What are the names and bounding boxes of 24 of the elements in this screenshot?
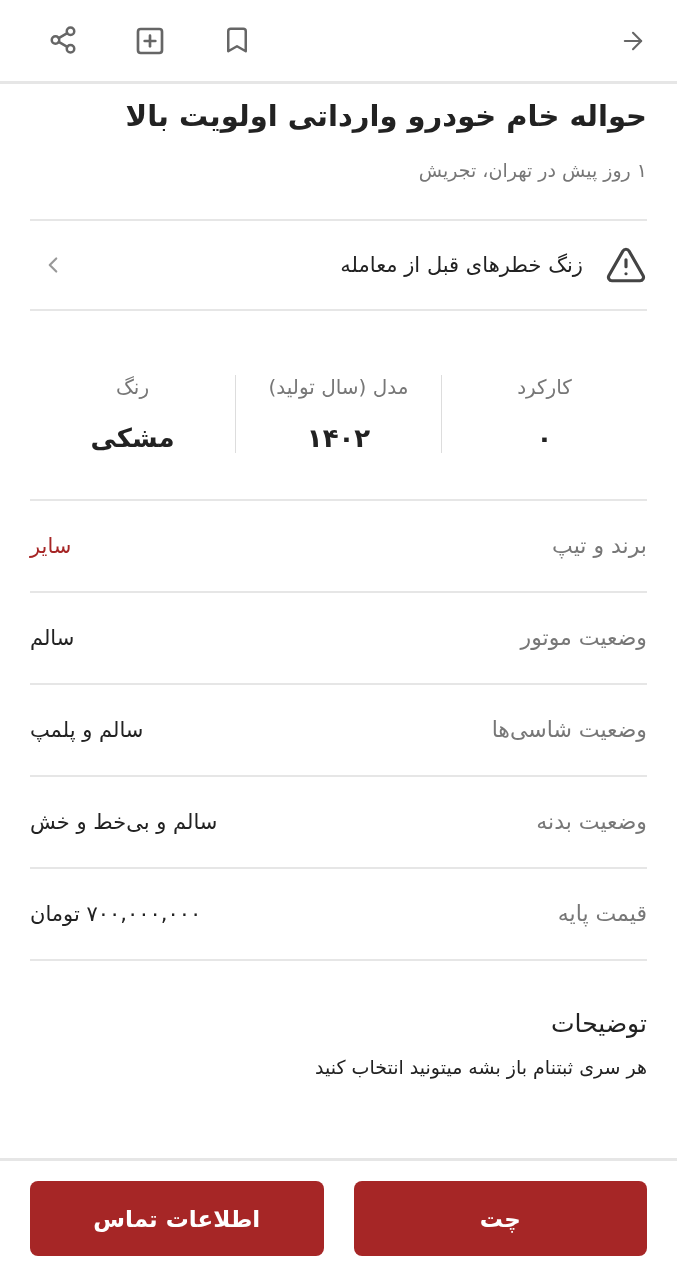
detail-label: وضعیت بدنه [536,809,647,835]
share-icon[interactable] [48,24,78,57]
description-text: هر سری ثبتنام باز بشه میتونید انتخاب کنید [314,1055,647,1078]
detail-label: وضعیت شاسی‌ها [491,717,647,743]
listing-subtitle: ۱ روز پیش در تهران، تجریش [417,158,647,181]
detail-label: قیمت پایه [557,901,647,927]
stat-value: ۰ [536,422,553,453]
stat-value: ۱۴۰۲ [306,422,371,453]
stat-label: رنگ [115,374,150,399]
chat-button[interactable]: چت [353,1181,647,1256]
detail-value: ۷۰۰,۰۰۰,۰۰۰ تومان [30,901,202,926]
warning-row[interactable]: زنگ خطرهای قبل از معامله [30,218,647,311]
detail-link[interactable]: سایر [30,533,72,558]
detail-label: وضعیت موتور [520,625,647,651]
stat-label: کارکرد [517,374,572,399]
detail-value: سالم [30,625,75,650]
listing-title: حواله خام خودرو وارداتی اولویت بالا [124,98,647,135]
detail-label: برند و تیپ [552,533,647,559]
stat-value: مشکی [90,422,175,453]
contact-button[interactable]: اطلاعات تماس [30,1181,324,1256]
description-heading: توضیحات [550,1008,647,1038]
stat-label: مدل (سال تولید) [268,374,409,399]
detail-value: سالم و بی‌خط و خش [30,809,218,834]
detail-value: سالم و پلمپ [30,717,144,742]
